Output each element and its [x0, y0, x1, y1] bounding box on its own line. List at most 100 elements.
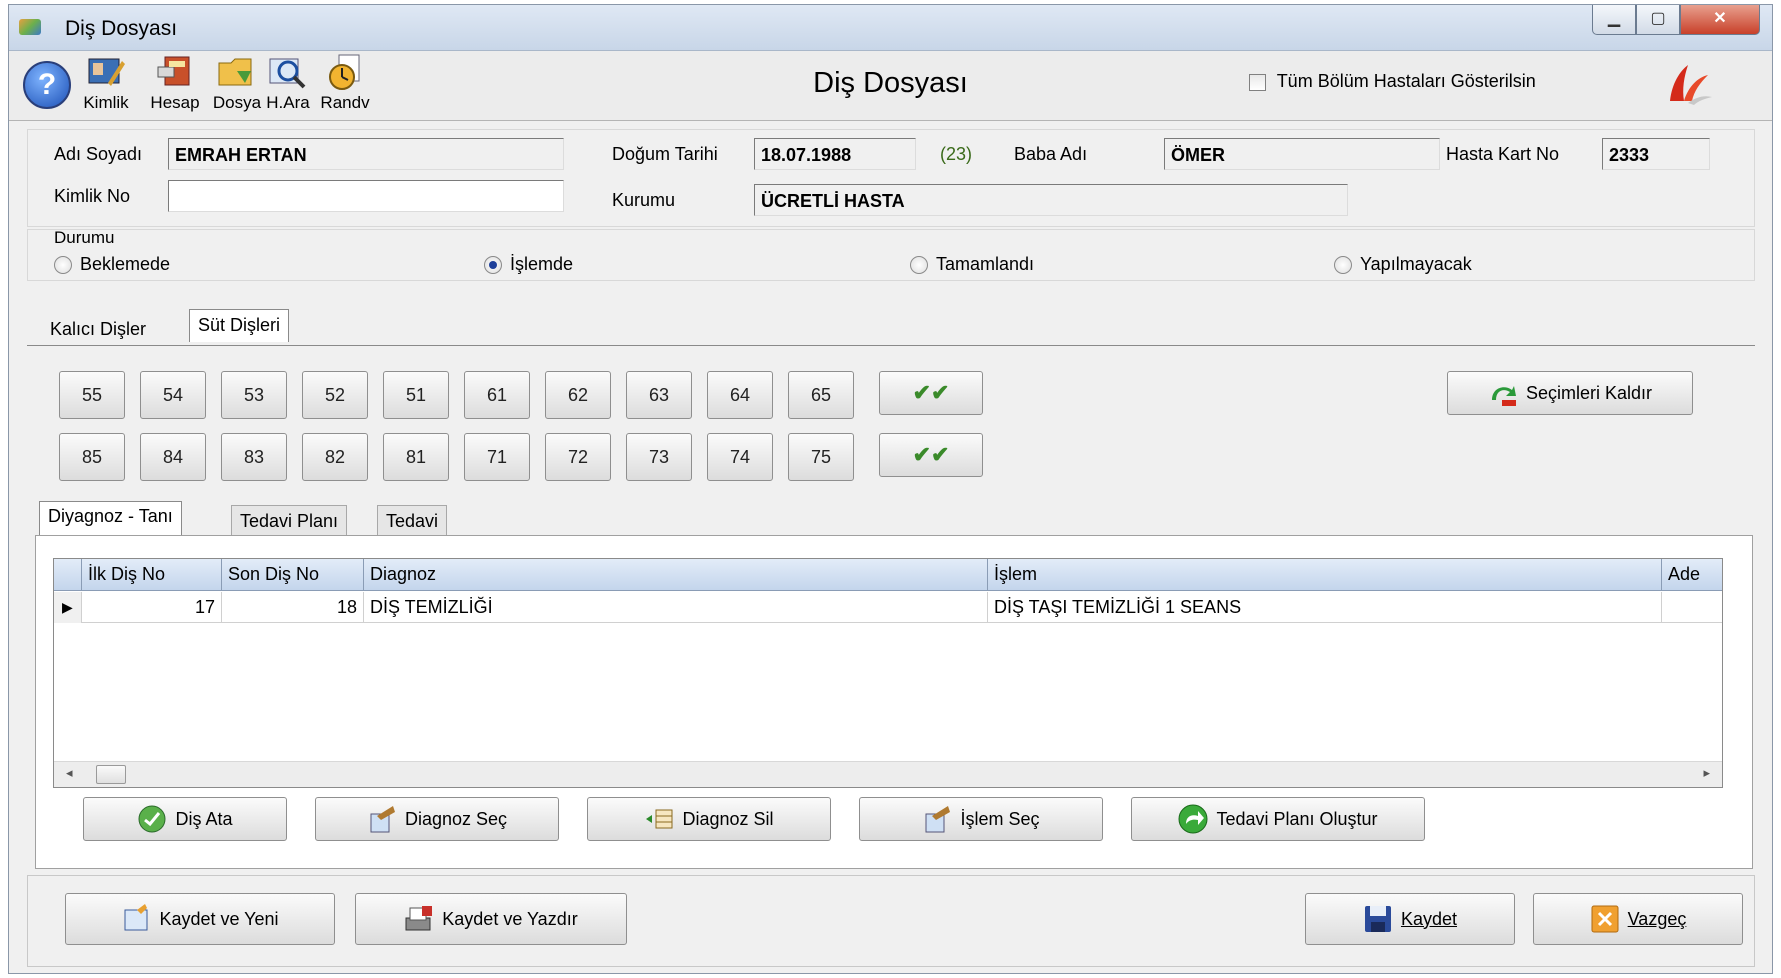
- tooth-button-71[interactable]: 71: [464, 433, 530, 481]
- tab-permanent-teeth[interactable]: Kalıcı Dişler: [41, 313, 155, 343]
- status-group: Durumu Beklemede İşlemde Tamamlandı Yapı…: [27, 228, 1755, 281]
- cancel-button[interactable]: Vazgeç: [1533, 893, 1743, 945]
- tooth-button-74[interactable]: 74: [707, 433, 773, 481]
- tooth-button-85[interactable]: 85: [59, 433, 125, 481]
- save-and-print-button[interactable]: Kaydet ve Yazdır: [355, 893, 627, 945]
- toolbar-randv-label: Randv: [320, 93, 370, 112]
- radio-circle[interactable]: [54, 256, 72, 275]
- horizontal-scrollbar[interactable]: ◂ ▸: [54, 761, 1722, 787]
- radio-circle[interactable]: [1334, 256, 1352, 275]
- tab-treatment[interactable]: Tedavi: [377, 505, 448, 535]
- grid-corner: [54, 559, 82, 591]
- tooth-button-73[interactable]: 73: [626, 433, 692, 481]
- name-field[interactable]: EMRAH ERTAN: [168, 138, 564, 170]
- tab-diagnosis[interactable]: Diyagnoz - Tanı: [39, 501, 182, 539]
- col-quantity[interactable]: Ade: [1662, 559, 1724, 591]
- tooth-button-54[interactable]: 54: [140, 371, 206, 419]
- institution-field[interactable]: ÜCRETLİ HASTA: [754, 184, 1348, 216]
- save-button[interactable]: Kaydet: [1305, 893, 1515, 945]
- floppy-disk-icon: [1364, 906, 1391, 932]
- tooth-button-64[interactable]: 64: [707, 371, 773, 419]
- tooth-button-81[interactable]: 81: [383, 433, 449, 481]
- col-last-tooth[interactable]: Son Diş No: [222, 559, 364, 591]
- id-no-label: Kimlik No: [54, 186, 131, 206]
- tooth-button-55[interactable]: 55: [59, 371, 125, 419]
- scroll-left-icon[interactable]: ◂: [66, 765, 73, 781]
- scroll-thumb[interactable]: [96, 765, 126, 784]
- show-all-checkbox[interactable]: [1249, 73, 1266, 91]
- tooth-button-75[interactable]: 75: [788, 433, 854, 481]
- double-check-icon: ✔✔: [912, 442, 950, 467]
- table-row[interactable]: ▶ 17 18 DİŞ TEMİZLİĞİ DİŞ TAŞI TEMİZLİĞİ…: [54, 592, 1722, 623]
- tab-primary-teeth[interactable]: Süt Dişleri: [189, 309, 290, 342]
- minimize-button[interactable]: ▁: [1592, 5, 1636, 35]
- save-and-print-label: Kaydet ve Yazdır: [442, 908, 578, 929]
- tooth-button-72[interactable]: 72: [545, 433, 611, 481]
- dob-label: Doğum Tarihi: [612, 144, 718, 164]
- radio-circle-selected[interactable]: [484, 256, 502, 275]
- clear-selection-button[interactable]: Seçimleri Kaldır: [1447, 371, 1693, 415]
- save-and-new-button[interactable]: Kaydet ve Yeni: [65, 893, 335, 945]
- tab-treatment-plan[interactable]: Tedavi Planı: [231, 505, 348, 535]
- status-radio-in-progress[interactable]: İşlemde: [484, 254, 573, 275]
- diagnosis-grid[interactable]: İlk Diş No Son Diş No Diagnoz İşlem Ade …: [53, 558, 1723, 788]
- radio-circle[interactable]: [910, 256, 928, 275]
- select-upper-row-button[interactable]: ✔✔: [879, 371, 983, 415]
- cell-diagnosis: DİŞ TEMİZLİĞİ: [364, 592, 988, 623]
- tooth-button-82[interactable]: 82: [302, 433, 368, 481]
- status-radio-wont-do[interactable]: Yapılmayacak: [1334, 254, 1472, 275]
- undo-arrow-icon: [1491, 386, 1516, 406]
- maximize-button[interactable]: ▢: [1636, 5, 1680, 35]
- clear-selection-label: Seçimleri Kaldır: [1525, 382, 1653, 403]
- toolbar-hara-label: H.Ara: [266, 93, 310, 112]
- help-icon[interactable]: ?: [23, 61, 71, 109]
- toolbar-dosya-button[interactable]: Dosya: [211, 53, 263, 117]
- cell-last-tooth: 18: [222, 592, 364, 623]
- father-name-field[interactable]: ÖMER: [1164, 138, 1440, 170]
- tooth-button-62[interactable]: 62: [545, 371, 611, 419]
- col-diagnosis[interactable]: Diagnoz: [364, 559, 988, 591]
- tooth-button-63[interactable]: 63: [626, 371, 692, 419]
- tooth-button-52[interactable]: 52: [302, 371, 368, 419]
- delete-diagnosis-button[interactable]: Diagnoz Sil: [587, 797, 831, 841]
- scroll-right-icon[interactable]: ▸: [1703, 765, 1710, 781]
- tooth-button-51[interactable]: 51: [383, 371, 449, 419]
- create-treatment-plan-button[interactable]: Tedavi Planı Oluştur: [1131, 797, 1425, 841]
- clock-icon: [329, 54, 360, 90]
- show-all-toggle[interactable]: Tüm Bölüm Hastaları Gösterilsin: [1249, 71, 1536, 92]
- close-button[interactable]: ✕: [1680, 5, 1760, 35]
- tooth-button-83[interactable]: 83: [221, 433, 287, 481]
- toolbar-hesap-button[interactable]: Hesap: [139, 53, 211, 117]
- grid-header: İlk Diş No Son Diş No Diagnoz İşlem Ade: [54, 559, 1722, 591]
- save-and-new-label: Kaydet ve Yeni: [159, 908, 279, 929]
- calculator-icon: [157, 56, 190, 86]
- toolbar-kimlik-button[interactable]: Kimlik: [73, 53, 139, 117]
- window-title: Diş Dosyası: [65, 17, 178, 40]
- tooth-button-61[interactable]: 61: [464, 371, 530, 419]
- toolbar-randv-button[interactable]: Randv: [313, 53, 377, 117]
- toolbar-hara-button[interactable]: H.Ara: [263, 53, 313, 117]
- institution-label: Kurumu: [612, 190, 676, 210]
- tooth-button-53[interactable]: 53: [221, 371, 287, 419]
- cell-first-tooth: 17: [82, 592, 222, 623]
- title-bar[interactable]: Diş Dosyası ▁ ▢ ✕: [9, 5, 1772, 51]
- toolbar-kimlik-label: Kimlik: [83, 93, 129, 112]
- col-procedure[interactable]: İşlem: [988, 559, 1662, 591]
- col-first-tooth[interactable]: İlk Diş No: [82, 559, 222, 591]
- id-card-icon: [88, 58, 125, 86]
- select-procedure-button[interactable]: İşlem Seç: [859, 797, 1103, 841]
- cancel-x-icon: [1591, 905, 1619, 933]
- cell-procedure: DİŞ TAŞI TEMİZLİĞİ 1 SEANS: [988, 592, 1662, 623]
- status-radio-waiting[interactable]: Beklemede: [54, 254, 170, 275]
- card-no-field[interactable]: 2333: [1602, 138, 1710, 170]
- cell-quantity: [1662, 592, 1724, 623]
- select-lower-row-button[interactable]: ✔✔: [879, 433, 983, 477]
- tooth-button-84[interactable]: 84: [140, 433, 206, 481]
- tooth-button-65[interactable]: 65: [788, 371, 854, 419]
- assign-tooth-button[interactable]: Diş Ata: [83, 797, 287, 841]
- age-value: (23): [940, 144, 973, 164]
- id-no-field[interactable]: [168, 180, 564, 212]
- status-radio-completed[interactable]: Tamamlandı: [910, 254, 1034, 275]
- select-diagnosis-button[interactable]: Diagnoz Seç: [315, 797, 559, 841]
- dob-field[interactable]: 18.07.1988: [754, 138, 916, 170]
